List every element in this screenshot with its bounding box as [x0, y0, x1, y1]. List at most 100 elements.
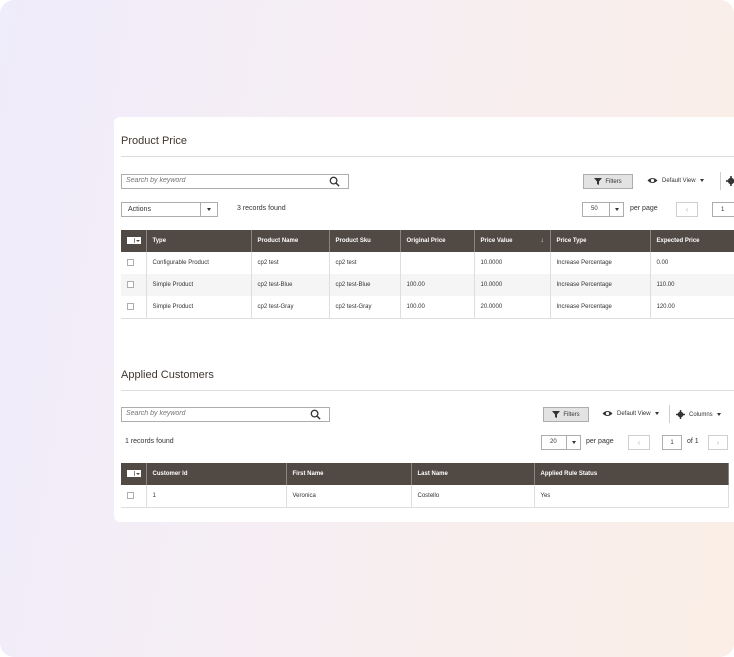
column-header-first-name[interactable]: First Name: [286, 463, 412, 485]
cell-product-name: cp2 test-Blue: [251, 274, 330, 296]
column-header-product-sku[interactable]: Product Sku: [329, 230, 401, 252]
table-row[interactable]: Configurable Product cp2 test cp2 test 1…: [121, 252, 734, 274]
cell-product-sku: cp2 test-Gray: [329, 296, 401, 319]
product-per-page-value: 50: [591, 206, 598, 212]
product-price-table: Type Product Name Product Sku Original P…: [121, 230, 734, 319]
customer-search-box[interactable]: [121, 407, 330, 422]
chevron-left-icon: ‹: [637, 438, 641, 447]
eye-icon: [602, 411, 613, 416]
gear-icon: [676, 410, 685, 419]
product-per-page-label: per page: [630, 205, 658, 212]
cell-original-price: 100.00: [400, 274, 475, 296]
column-header-type[interactable]: Type: [146, 230, 252, 252]
chevron-left-icon: ‹: [685, 205, 689, 214]
product-records-count: 3 records found: [237, 205, 286, 212]
table-row[interactable]: Simple Product cp2 test-Gray cp2 test-Gr…: [121, 296, 734, 319]
applied-customers-title: Applied Customers: [121, 369, 214, 381]
columns-dropdown[interactable]: Columns: [676, 410, 721, 419]
chevron-down-icon: [654, 412, 659, 415]
cell-expected-price: 110.00: [650, 274, 734, 296]
column-header-original-price[interactable]: Original Price: [400, 230, 475, 252]
customer-filters-button[interactable]: Filters: [543, 407, 589, 422]
column-header-applied-rule-status[interactable]: Applied Rule Status: [534, 463, 729, 485]
chevron-right-icon: ›: [716, 438, 720, 447]
product-default-view[interactable]: Default View: [647, 177, 704, 184]
cell-type: Simple Product: [146, 274, 252, 296]
cell-original-price: 100.00: [400, 296, 475, 319]
search-icon[interactable]: [310, 409, 321, 420]
toolbar-separator: [669, 405, 670, 423]
row-checkbox[interactable]: [127, 303, 134, 311]
customer-default-view[interactable]: Default View: [602, 410, 659, 417]
table-row[interactable]: 1 Veronica Costello Yes: [121, 485, 729, 508]
customer-per-page-select[interactable]: 20: [541, 435, 581, 450]
product-price-title: Product Price: [121, 135, 188, 147]
chevron-down-icon: [614, 208, 619, 211]
row-checkbox[interactable]: [127, 259, 134, 267]
columns-label: Columns: [689, 411, 713, 418]
cell-expected-price: 120.00: [650, 296, 734, 319]
cell-product-name: cp2 test: [251, 252, 330, 274]
mass-select-header[interactable]: [121, 230, 147, 252]
row-checkbox[interactable]: [127, 281, 134, 289]
product-view-label: Default View: [662, 177, 696, 184]
cell-price-type: Increase Percentage: [550, 252, 651, 274]
column-header-product-name[interactable]: Product Name: [251, 230, 330, 252]
customer-page-input[interactable]: 1: [662, 435, 682, 450]
applied-customers-table: Customer Id First Name Last Name Applied…: [121, 463, 729, 508]
mass-select-dropdown[interactable]: [127, 470, 141, 477]
cell-type: Simple Product: [146, 296, 252, 319]
cell-price-value: 20.0000: [474, 296, 551, 319]
product-filters-label: Filters: [605, 178, 622, 185]
cell-product-name: cp2 test-Gray: [251, 296, 330, 319]
customer-per-page-label: per page: [586, 438, 614, 445]
column-header-last-name[interactable]: Last Name: [411, 463, 535, 485]
cell-price-type: Increase Percentage: [550, 274, 651, 296]
cell-price-type: Increase Percentage: [550, 296, 651, 319]
customer-prev-page-button[interactable]: ‹: [628, 435, 650, 450]
cell-product-sku: cp2 test-Blue: [329, 274, 401, 296]
customer-page-total: of 1: [687, 438, 699, 445]
column-header-price-value[interactable]: Price Value ↓: [474, 230, 551, 252]
chevron-down-icon: [571, 441, 576, 444]
product-search-box[interactable]: [121, 174, 349, 189]
chevron-down-icon: [716, 413, 721, 416]
table-row[interactable]: Simple Product cp2 test-Blue cp2 test-Bl…: [121, 274, 734, 296]
product-page-input[interactable]: 1: [712, 202, 734, 217]
column-header-customer-id[interactable]: Customer Id: [146, 463, 287, 485]
gear-icon[interactable]: [726, 176, 734, 186]
actions-label: Actions: [128, 206, 151, 213]
eye-icon: [647, 178, 658, 183]
sort-down-icon: ↓: [540, 238, 544, 244]
applied-customers-divider: [121, 390, 734, 391]
background-frame: Product Price Filters Default View: [0, 0, 734, 657]
actions-dropdown[interactable]: Actions: [121, 202, 218, 217]
product-prev-page-button[interactable]: ‹: [676, 202, 698, 217]
customer-search-input[interactable]: [126, 410, 292, 417]
cell-expected-price: 0.00: [650, 252, 734, 274]
chevron-down-icon: [207, 208, 211, 211]
customer-per-page-value: 20: [550, 439, 557, 445]
product-price-divider: [121, 156, 734, 157]
product-per-page-select[interactable]: 50: [582, 202, 624, 217]
column-header-expected-price[interactable]: Expected Price: [650, 230, 734, 252]
customer-records-count: 1 records found: [125, 438, 174, 445]
column-header-price-type[interactable]: Price Type: [550, 230, 651, 252]
customer-filters-label: Filters: [563, 411, 580, 418]
customer-next-page-button[interactable]: ›: [708, 435, 728, 450]
funnel-icon: [594, 178, 603, 185]
funnel-icon: [552, 411, 561, 418]
cell-price-value: 10.0000: [474, 274, 551, 296]
product-table-header: Type Product Name Product Sku Original P…: [121, 230, 734, 252]
search-icon[interactable]: [329, 176, 340, 187]
cell-last-name: Costello: [411, 485, 535, 508]
cell-first-name: Veronica: [286, 485, 412, 508]
product-filters-button[interactable]: Filters: [583, 174, 633, 189]
mass-select-dropdown[interactable]: [127, 237, 141, 244]
customer-view-label: Default View: [617, 410, 651, 417]
customer-table-header: Customer Id First Name Last Name Applied…: [121, 463, 729, 485]
cell-price-value: 10.0000: [474, 252, 551, 274]
mass-select-header[interactable]: [121, 463, 147, 485]
row-checkbox[interactable]: [127, 492, 134, 500]
product-search-input[interactable]: [126, 177, 307, 184]
